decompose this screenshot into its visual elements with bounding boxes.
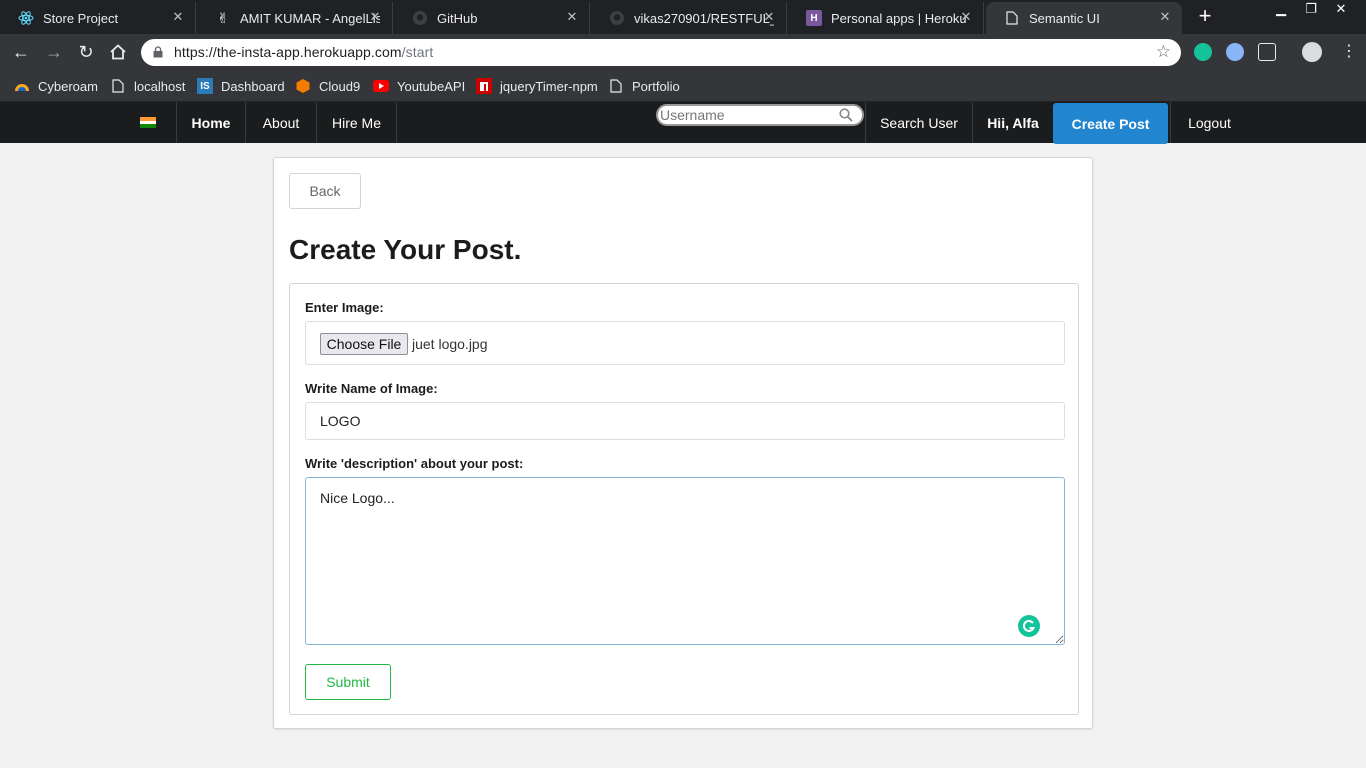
bookmark-label: Portfolio (632, 78, 680, 94)
submit-button[interactable]: Submit (305, 664, 391, 700)
bookmark-label: Cloud9 (319, 78, 361, 94)
bookmark-youtubeapi[interactable]: YoutubeAPI (373, 76, 465, 96)
reader-extension-icon[interactable] (1258, 43, 1276, 61)
search-icon[interactable] (839, 108, 853, 122)
selected-file-name: juet logo.jpg (412, 336, 488, 352)
page-title: Create Your Post. (289, 234, 522, 265)
bookmark-portfolio[interactable]: Portfolio (608, 76, 680, 96)
close-icon[interactable]: ✕ (171, 10, 185, 24)
india-flag-icon[interactable] (120, 102, 176, 143)
react-icon (18, 10, 34, 26)
bookmark-localhost[interactable]: localhost (110, 76, 185, 96)
minimize-icon[interactable]: ▁ (1266, 0, 1296, 20)
window-close-icon[interactable]: ✕ (1326, 0, 1356, 20)
reload-icon[interactable]: ↻ (75, 41, 97, 63)
bookmark-label: YoutubeAPI (397, 78, 466, 94)
choose-file-button[interactable]: Choose File (320, 333, 408, 355)
search-user-button[interactable]: Search User (865, 102, 972, 143)
bookmark-star-icon[interactable]: ☆ (1156, 42, 1171, 62)
description-label: Write 'description' about your post: (305, 456, 524, 471)
tab-title: Store Project (43, 10, 119, 26)
bookmark-label: Cyberoam (38, 78, 98, 94)
bookmark-label: localhost (134, 78, 186, 94)
extension-icon[interactable] (1226, 43, 1244, 61)
document-icon (110, 78, 126, 94)
document-icon (1004, 10, 1020, 26)
heroku-icon: H (806, 10, 822, 26)
forward-arrow-icon[interactable]: → (43, 41, 65, 63)
youtube-icon (373, 78, 389, 94)
new-tab-button[interactable]: + (1193, 5, 1217, 28)
browser-tab-store-project[interactable]: Store Project ✕ (0, 2, 196, 34)
image-name-input[interactable] (305, 402, 1065, 440)
lock-icon (153, 46, 163, 58)
close-icon[interactable]: ✕ (1158, 10, 1172, 24)
create-post-button[interactable]: Create Post (1053, 103, 1168, 144)
browser-tab-github[interactable]: GitHub ✕ (394, 2, 590, 34)
tab-title: vikas270901/RESTFUL_pc (634, 10, 774, 26)
tab-title: GitHub (437, 10, 478, 26)
profile-avatar[interactable] (1302, 42, 1322, 62)
bookmark-label: jqueryTimer-npm (500, 78, 598, 94)
bookmark-dashboard[interactable]: IS Dashboard (197, 76, 285, 96)
nav-home[interactable]: Home (176, 102, 245, 143)
github-icon (412, 10, 428, 26)
bookmark-cloud9[interactable]: Cloud9 (295, 76, 360, 96)
angellist-icon: ✌ (217, 9, 229, 26)
npm-icon (476, 78, 492, 94)
tab-title: AMIT KUMAR - AngelList (240, 10, 380, 26)
restore-icon[interactable]: ❐ (1296, 0, 1326, 20)
cloud9-icon (295, 78, 311, 94)
cyberoam-icon (14, 78, 30, 94)
close-icon[interactable]: ✕ (762, 10, 776, 24)
url-host: https://the-insta-app.herokuapp.com (174, 44, 402, 60)
create-post-card: Back Create Your Post. Enter Image: Choo… (273, 157, 1093, 729)
github-icon (609, 10, 625, 26)
browser-tab-restful[interactable]: vikas270901/RESTFUL_pc ✕ (591, 2, 787, 34)
flag (140, 117, 156, 129)
bookmark-jquerytimer[interactable]: jqueryTimer-npm (476, 76, 598, 96)
user-search-box (656, 104, 864, 126)
description-textarea[interactable]: Nice Logo... (305, 477, 1065, 645)
browser-toolbar: ← → ↻ https://the-insta-app.herokuapp.co… (0, 34, 1366, 70)
back-button[interactable]: Back (289, 173, 361, 209)
grammarly-icon[interactable] (1018, 615, 1040, 637)
is-icon: IS (197, 78, 213, 94)
browser-tab-semantic-ui[interactable]: Semantic UI ✕ (986, 2, 1182, 34)
menu-dots-icon[interactable]: ⋮ (1338, 41, 1360, 63)
browser-tabstrip: Store Project ✕ ✌ AMIT KUMAR - AngelList… (0, 0, 1366, 34)
nav-about[interactable]: About (245, 102, 316, 143)
create-post-form: Enter Image: Choose File juet logo.jpg W… (289, 283, 1079, 715)
close-icon[interactable]: ✕ (959, 10, 973, 24)
home-icon[interactable] (107, 41, 129, 63)
logout-button[interactable]: Logout (1170, 102, 1248, 143)
site-navbar: Home About Hire Me Search User Hii, Alfa… (0, 102, 1366, 144)
image-file-field: Choose File juet logo.jpg (305, 321, 1065, 365)
user-greeting: Hii, Alfa (972, 102, 1053, 143)
bookmark-cyberoam[interactable]: Cyberoam (14, 76, 98, 96)
username-search-input[interactable] (660, 107, 835, 123)
close-icon[interactable]: ✕ (368, 10, 382, 24)
grammarly-extension-icon[interactable] (1194, 43, 1212, 61)
browser-tab-heroku[interactable]: H Personal apps | Heroku ✕ (788, 2, 984, 34)
address-bar[interactable]: https://the-insta-app.herokuapp.com/star… (141, 39, 1181, 66)
url-text: https://the-insta-app.herokuapp.com/star… (174, 44, 433, 60)
bookmark-label: Dashboard (221, 78, 285, 94)
browser-tab-angellist[interactable]: ✌ AMIT KUMAR - AngelList ✕ (197, 2, 393, 34)
document-icon (608, 78, 624, 94)
image-name-label: Write Name of Image: (305, 381, 438, 396)
close-icon[interactable]: ✕ (565, 10, 579, 24)
image-label: Enter Image: (305, 300, 384, 315)
nav-hire-me[interactable]: Hire Me (316, 102, 397, 143)
bookmarks-bar: Cyberoam localhost IS Dashboard Cloud9 Y… (0, 70, 1366, 102)
url-path: /start (401, 44, 434, 60)
tab-title: Semantic UI (1029, 10, 1100, 26)
back-arrow-icon[interactable]: ← (10, 41, 32, 63)
tab-title: Personal apps | Heroku (831, 10, 967, 26)
